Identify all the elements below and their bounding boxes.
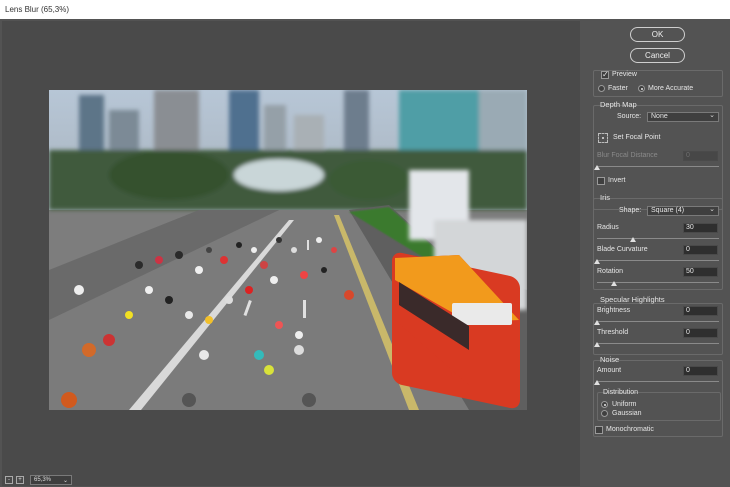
blur-focal-distance-label: Blur Focal Distance: [597, 152, 658, 159]
brightness-slider[interactable]: [597, 321, 719, 322]
monochromatic-checkbox[interactable]: [595, 426, 603, 434]
chevron-down-icon: ⌄: [709, 206, 715, 213]
faster-radio[interactable]: [598, 85, 605, 92]
gaussian-label: Gaussian: [612, 410, 642, 417]
source-label: Source:: [617, 113, 642, 120]
zoom-select[interactable]: 65,3% ⌄: [30, 475, 72, 485]
preview-checkbox[interactable]: [601, 70, 609, 79]
source-select[interactable]: None ⌄: [647, 112, 719, 122]
street-photo: [49, 90, 527, 410]
radius-label: Radius: [597, 224, 619, 231]
monochromatic-label: Monochromatic: [606, 426, 654, 433]
rotation-thumb[interactable]: [611, 281, 617, 286]
chevron-down-icon: ⌄: [62, 477, 68, 484]
chevron-down-icon: ⌄: [709, 112, 715, 119]
uniform-radio[interactable]: [601, 401, 608, 408]
shape-select[interactable]: Square (4) ⌄: [647, 206, 719, 216]
blade-curvature-thumb[interactable]: [594, 259, 600, 264]
amount-input[interactable]: 0: [683, 366, 718, 376]
amount-slider[interactable]: [597, 381, 719, 382]
preview-image[interactable]: [49, 90, 527, 410]
blur-focal-distance-thumb[interactable]: [594, 165, 600, 170]
rotation-label: Rotation: [597, 268, 624, 275]
invert-label: Invert: [608, 177, 626, 184]
threshold-input[interactable]: 0: [683, 328, 718, 338]
noise-title: Noise: [600, 355, 620, 364]
zoom-out-icon[interactable]: -: [5, 476, 13, 484]
preview-canvas[interactable]: [2, 21, 580, 486]
threshold-slider[interactable]: [597, 343, 719, 344]
brightness-label: Brightness: [597, 307, 631, 314]
window-title: Lens Blur (65,3%): [0, 0, 730, 19]
shape-label: Shape:: [619, 207, 642, 214]
radius-slider[interactable]: [597, 238, 719, 239]
blade-curvature-input[interactable]: 0: [683, 245, 718, 255]
blade-curvature-slider[interactable]: [597, 260, 719, 261]
ok-button[interactable]: OK: [630, 27, 685, 42]
preview-label: Preview: [612, 71, 637, 78]
source-value: None: [651, 113, 668, 120]
blade-curvature-label: Blade Curvature: [597, 246, 648, 253]
depth-map-title: Depth Map: [600, 100, 637, 109]
crosshair-icon[interactable]: [598, 133, 608, 143]
iris-title: Iris: [600, 193, 610, 202]
more-accurate-radio[interactable]: [638, 85, 645, 92]
more-accurate-label: More Accurate: [648, 85, 694, 92]
threshold-label: Threshold: [597, 329, 629, 336]
specular-title: Specular Highlights: [600, 295, 665, 304]
distribution-title: Distribution: [603, 389, 639, 396]
rotation-input[interactable]: 50: [683, 267, 718, 277]
blur-focal-distance-input[interactable]: 0: [683, 151, 718, 161]
brightness-thumb[interactable]: [594, 320, 600, 325]
zoom-in-icon[interactable]: +: [16, 476, 24, 484]
amount-thumb[interactable]: [594, 380, 600, 385]
settings-panel: OK Cancel Preview Faster More Accurate D…: [585, 20, 730, 487]
faster-label: Faster: [608, 85, 628, 92]
blur-focal-distance-slider[interactable]: [597, 166, 719, 167]
gaussian-radio[interactable]: [601, 410, 608, 417]
status-bar: - + 65,3% ⌄: [2, 474, 72, 486]
threshold-thumb[interactable]: [594, 342, 600, 347]
uniform-label: Uniform: [612, 401, 637, 408]
zoom-value: 65,3%: [34, 477, 52, 483]
set-focal-point-label[interactable]: Set Focal Point: [613, 134, 660, 141]
invert-checkbox[interactable]: [597, 177, 605, 185]
cancel-button[interactable]: Cancel: [630, 48, 685, 63]
radius-input[interactable]: 30: [683, 223, 718, 233]
brightness-input[interactable]: 0: [683, 306, 718, 316]
shape-value: Square (4): [651, 207, 685, 214]
amount-label: Amount: [597, 367, 622, 374]
radius-thumb[interactable]: [630, 237, 636, 242]
